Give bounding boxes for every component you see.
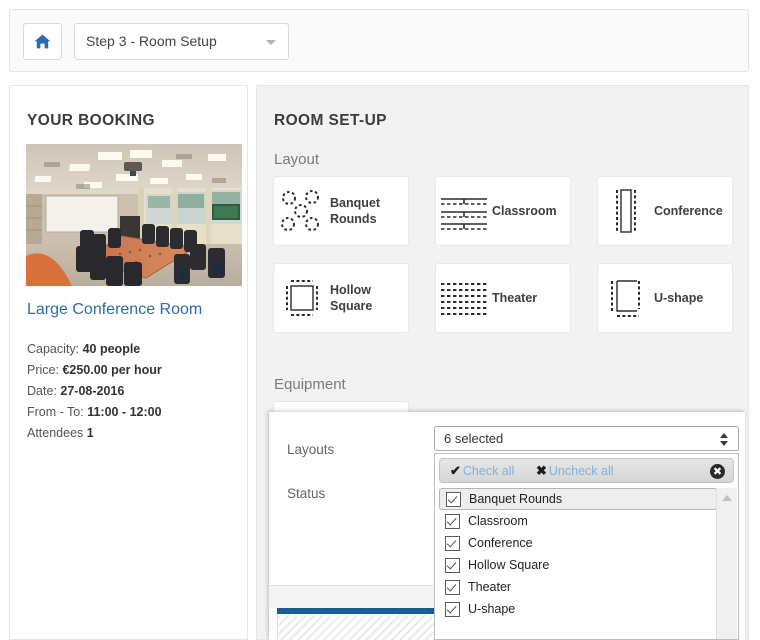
fact-date-value: 27-08-2016 <box>60 384 125 398</box>
multiselect-option-u-shape[interactable]: U-shape <box>439 598 717 620</box>
classroom-icon <box>436 188 492 234</box>
checkbox-checked-icon[interactable] <box>445 601 460 617</box>
layouts-multiselect-value: 6 selected <box>444 431 504 446</box>
layout-tile-conference[interactable]: Conference <box>597 176 733 246</box>
fact-time: From - To: 11:00 - 12:00 <box>27 402 162 423</box>
fact-capacity: Capacity: 40 people <box>27 339 162 360</box>
uncheck-all-button[interactable]: ✖ Uncheck all <box>536 463 614 479</box>
field-label-layouts: Layouts <box>287 442 335 457</box>
scroll-up-arrow-icon[interactable] <box>722 495 732 501</box>
conference-room-photo <box>26 144 242 286</box>
section-label-layout: Layout <box>274 151 320 168</box>
layout-tile-u-shape[interactable]: U-shape <box>597 263 733 333</box>
field-label-status: Status <box>287 486 326 501</box>
page-title-room-setup: ROOM SET-UP <box>274 112 387 129</box>
multiselect-option-label: Classroom <box>468 514 528 528</box>
layouts-multiselect-dropdown: ✔ Check all ✖ Uncheck all ✖ Banquet Rounds… <box>434 453 739 640</box>
check-all-button[interactable]: ✔ Check all <box>450 463 514 479</box>
booking-sidebar: YOUR BOOKING Large Conference Room Capac… <box>9 85 248 640</box>
fact-date-label: Date: <box>27 384 57 398</box>
multiselect-option-hollow-square[interactable]: Hollow Square <box>439 554 717 576</box>
multiselect-option-label: Theater <box>468 580 512 594</box>
fact-capacity-value: 40 people <box>82 342 141 356</box>
layout-tile-theater[interactable]: Theater <box>435 263 571 333</box>
layout-tile-label: Banquet Rounds <box>330 196 380 226</box>
checkbox-checked-icon[interactable] <box>446 491 461 507</box>
fact-price-label: Price: <box>27 363 59 377</box>
fact-date: Date: 27-08-2016 <box>27 381 162 402</box>
uncheck-all-label: Uncheck all <box>548 464 614 478</box>
fact-price-value: €250.00 per hour <box>62 363 162 377</box>
home-button[interactable] <box>23 23 62 60</box>
layout-tile-label: Conference <box>654 204 723 218</box>
fact-time-value: 11:00 - 12:00 <box>87 405 162 419</box>
step-select-dropdown[interactable]: Step 3 - Room Setup <box>74 23 289 60</box>
fact-attendees: Attendees 1 <box>27 423 162 444</box>
multiselect-option-conference[interactable]: Conference <box>439 532 717 554</box>
fact-attendees-value: 1 <box>86 426 94 440</box>
u-shape-icon <box>598 275 654 321</box>
checkbox-checked-icon[interactable] <box>445 557 460 573</box>
booking-details: Capacity: 40 people Price: €250.00 per h… <box>27 339 162 444</box>
multiselect-option-label: Banquet Rounds <box>469 492 563 506</box>
conference-icon <box>598 187 654 235</box>
layout-tile-label: Hollow Square <box>330 283 373 313</box>
multiselect-option-label: U-shape <box>468 602 516 616</box>
close-circle-icon[interactable]: ✖ <box>710 464 725 479</box>
check-all-label: Check all <box>462 464 515 478</box>
multiselect-action-bar: ✔ Check all ✖ Uncheck all ✖ <box>439 458 734 483</box>
multiselect-option-classroom[interactable]: Classroom <box>439 510 717 532</box>
checkbox-checked-icon[interactable] <box>445 579 460 595</box>
banquet-rounds-icon <box>274 188 330 234</box>
fact-price: Price: €250.00 per hour <box>27 360 162 381</box>
layout-tile-label: Theater <box>492 291 538 305</box>
page-title-your-booking: YOUR BOOKING <box>27 112 155 129</box>
multiselect-option-banquet-rounds[interactable]: Banquet Rounds <box>439 488 717 510</box>
layouts-filter-overlay: Layouts Status 6 selected ✔ Check all ✖ Un… <box>269 412 745 640</box>
fact-attendees-label: Attendees <box>27 426 84 440</box>
layout-tile-label: Classroom <box>492 204 557 218</box>
checkbox-checked-icon[interactable] <box>445 513 460 529</box>
multiselect-option-theater[interactable]: Theater <box>439 576 717 598</box>
step-select-value: Step 3 - Room Setup <box>86 33 217 49</box>
theater-icon <box>436 275 492 321</box>
room-name-link[interactable]: Large Conference Room <box>27 301 202 319</box>
layouts-multiselect-button[interactable]: 6 selected <box>434 426 739 451</box>
layout-tile-hollow-square[interactable]: Hollow Square <box>273 263 409 333</box>
layout-tile-banquet-rounds[interactable]: Banquet Rounds <box>273 176 409 246</box>
section-label-equipment: Equipment <box>274 376 346 393</box>
top-toolbar: Step 3 - Room Setup <box>9 9 749 72</box>
layout-tile-classroom[interactable]: Classroom <box>435 176 571 246</box>
spinner-arrows-icon <box>720 432 729 447</box>
multiselect-option-label: Conference <box>468 536 533 550</box>
checkbox-checked-icon[interactable] <box>445 535 460 551</box>
cross-mark-icon: ✖ <box>536 463 547 478</box>
check-mark-icon: ✔ <box>450 463 461 478</box>
fact-capacity-label: Capacity: <box>27 342 80 356</box>
fact-time-label: From - To: <box>27 405 84 419</box>
multiselect-option-list: Banquet Rounds Classroom Conference Holl… <box>439 488 717 637</box>
layout-tile-label: U-shape <box>654 291 704 305</box>
hollow-square-icon <box>274 275 330 321</box>
multiselect-option-label: Hollow Square <box>468 558 550 572</box>
home-icon <box>34 34 51 49</box>
multiselect-scrollbar[interactable] <box>716 488 737 639</box>
chevron-down-icon <box>266 40 276 45</box>
